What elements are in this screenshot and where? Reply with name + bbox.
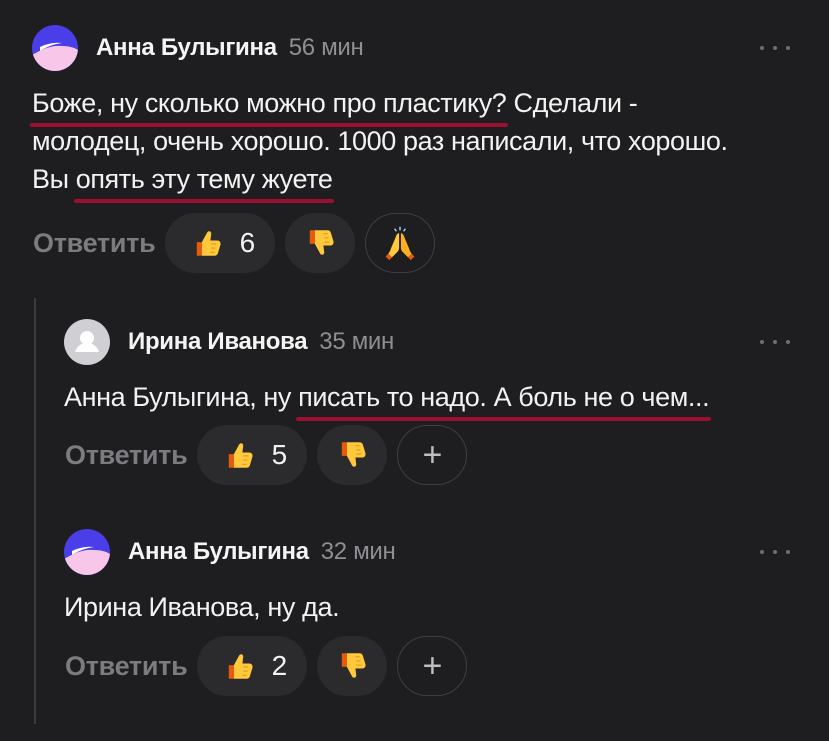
dislike-button[interactable] (317, 636, 388, 696)
dislike-button[interactable] (317, 425, 388, 485)
reply-button[interactable]: Ответить (33, 228, 156, 259)
more-options-icon[interactable] (760, 545, 790, 559)
add-reaction-button[interactable]: + (397, 425, 468, 485)
author-name[interactable]: Ирина Иванова (128, 328, 308, 356)
timestamp: 56 мин (288, 34, 364, 61)
praying-hands-reaction-button[interactable] (365, 213, 436, 273)
reply-button[interactable]: Ответить (65, 651, 188, 682)
comment-text: Боже, ну сколько можно про пластику? Сде… (32, 84, 752, 198)
plus-icon: + (422, 647, 443, 685)
like-button[interactable]: 5 (197, 425, 308, 485)
highlighted-text: Боже, ну сколько можно про пластику? (32, 88, 507, 118)
like-button[interactable]: 6 (165, 213, 276, 273)
comment-text-body: Анна Булыгина, ну (64, 382, 299, 412)
thumbs-up-icon (222, 649, 256, 683)
comment-text: Анна Булыгина, ну писать то надо. А боль… (64, 378, 804, 416)
avatar[interactable] (32, 25, 78, 71)
comment-text-body: Ирина Иванова, ну да. (64, 592, 340, 622)
comment: Анна Булыгина 56 мин Боже, ну сколько мо… (0, 0, 829, 290)
thumbs-up-icon (222, 438, 256, 472)
author-name[interactable]: Анна Булыгина (128, 538, 309, 566)
dislike-button[interactable] (285, 213, 356, 273)
avatar[interactable] (64, 319, 110, 365)
thumbs-down-icon (303, 226, 337, 260)
highlighted-text: писать то надо. А боль не о чем... (298, 382, 710, 412)
thumbs-down-icon (335, 438, 369, 472)
more-options-icon[interactable] (760, 335, 790, 349)
like-button[interactable]: 2 (197, 636, 308, 696)
like-count: 6 (239, 227, 256, 258)
more-options-icon[interactable] (760, 41, 790, 55)
timestamp: 32 мин (320, 538, 396, 565)
highlighted-text: опять эту тему жуете (75, 164, 333, 194)
reply-button[interactable]: Ответить (65, 440, 188, 471)
comment-text: Ирина Иванова, ну да. (64, 588, 804, 626)
like-count: 2 (271, 650, 288, 681)
plus-icon: + (422, 436, 443, 474)
timestamp: 35 мин (319, 328, 394, 355)
thumbs-up-icon (190, 226, 224, 260)
reply-comment: Анна Булыгина 32 мин Ирина Иванова, ну д… (0, 510, 829, 730)
praying-hands-icon (382, 225, 418, 261)
like-count: 5 (271, 439, 288, 470)
reply-comment: Ирина Иванова 35 мин Анна Булыгина, ну п… (0, 300, 829, 500)
thumbs-down-icon (335, 649, 369, 683)
author-name[interactable]: Анна Булыгина (96, 34, 277, 62)
avatar[interactable] (64, 529, 110, 575)
add-reaction-button[interactable]: + (397, 636, 468, 696)
